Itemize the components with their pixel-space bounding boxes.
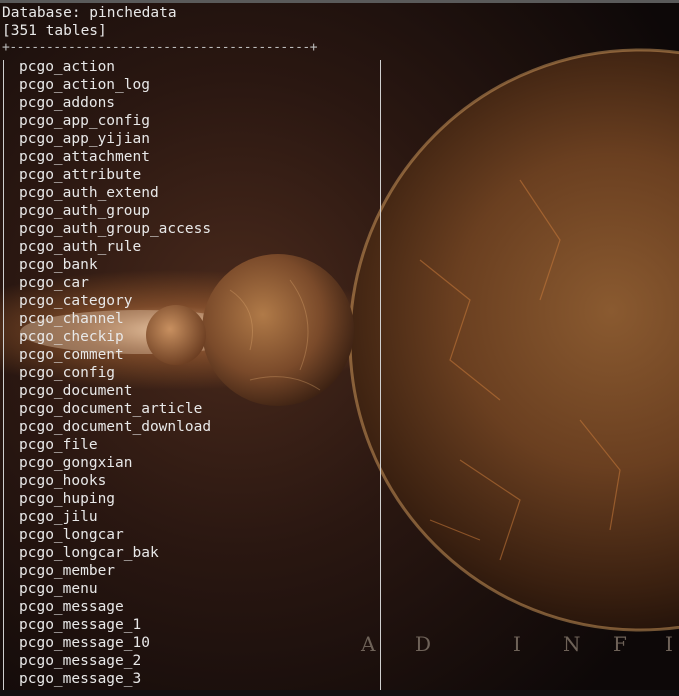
- wallpaper-banner: A D I N F I: [355, 632, 679, 656]
- table-row: pcgo_config: [19, 365, 116, 381]
- table-left-border: [3, 60, 4, 690]
- taskbar-strip: [0, 690, 679, 696]
- table-row: pcgo_document_download: [19, 419, 212, 435]
- banner-letter: N: [563, 632, 581, 656]
- table-row: pcgo_auth_rule: [19, 239, 142, 255]
- table-row: pcgo_auth_extend: [19, 185, 159, 201]
- database-line: Database: pinchedata: [2, 5, 177, 21]
- table-row: pcgo_longcar_bak: [19, 545, 159, 561]
- table-row: pcgo_attachment: [19, 149, 150, 165]
- banner-letter: A: [361, 632, 376, 656]
- table-row: pcgo_longcar: [19, 527, 124, 543]
- table-row: pcgo_document: [19, 383, 133, 399]
- table-row: pcgo_action: [19, 59, 116, 75]
- table-count-line: [351 tables]: [2, 23, 107, 39]
- table-row: pcgo_message_2: [19, 653, 142, 669]
- table-row: pcgo_gongxian: [19, 455, 133, 471]
- table-row: pcgo_message: [19, 599, 124, 615]
- table-row: pcgo_addons: [19, 95, 116, 111]
- table-row: pcgo_app_config: [19, 113, 150, 129]
- table-row: pcgo_category: [19, 293, 133, 309]
- table-row: pcgo_message_3: [19, 671, 142, 687]
- table-row: pcgo_comment: [19, 347, 124, 363]
- table-row: pcgo_channel: [19, 311, 124, 327]
- table-row: pcgo_checkip: [19, 329, 124, 345]
- table-row: pcgo_attribute: [19, 167, 142, 183]
- table-row: pcgo_auth_group: [19, 203, 150, 219]
- banner-letter: D: [415, 632, 432, 656]
- banner-letter: I: [513, 632, 521, 656]
- table-row: pcgo_hooks: [19, 473, 107, 489]
- table-row: pcgo_message_1: [19, 617, 142, 633]
- table-row: pcgo_action_log: [19, 77, 150, 93]
- table-right-border: [380, 60, 381, 690]
- table-row: pcgo_app_yijian: [19, 131, 150, 147]
- table-row: pcgo_jilu: [19, 509, 98, 525]
- table-row: pcgo_member: [19, 563, 116, 579]
- table-row: pcgo_bank: [19, 257, 98, 273]
- table-border-top: +---------------------------------------…: [2, 40, 318, 55]
- table-row: pcgo_document_article: [19, 401, 203, 417]
- banner-letter: I: [665, 632, 673, 656]
- table-row: pcgo_file: [19, 437, 98, 453]
- table-row: pcgo_message_10: [19, 635, 150, 651]
- terminal-output: Database: pinchedata [351 tables] +-----…: [0, 0, 679, 690]
- table-row: pcgo_car: [19, 275, 89, 291]
- banner-letter: F: [613, 632, 627, 656]
- table-row: pcgo_auth_group_access: [19, 221, 212, 237]
- table-row: pcgo_huping: [19, 491, 116, 507]
- table-row: pcgo_menu: [19, 581, 98, 597]
